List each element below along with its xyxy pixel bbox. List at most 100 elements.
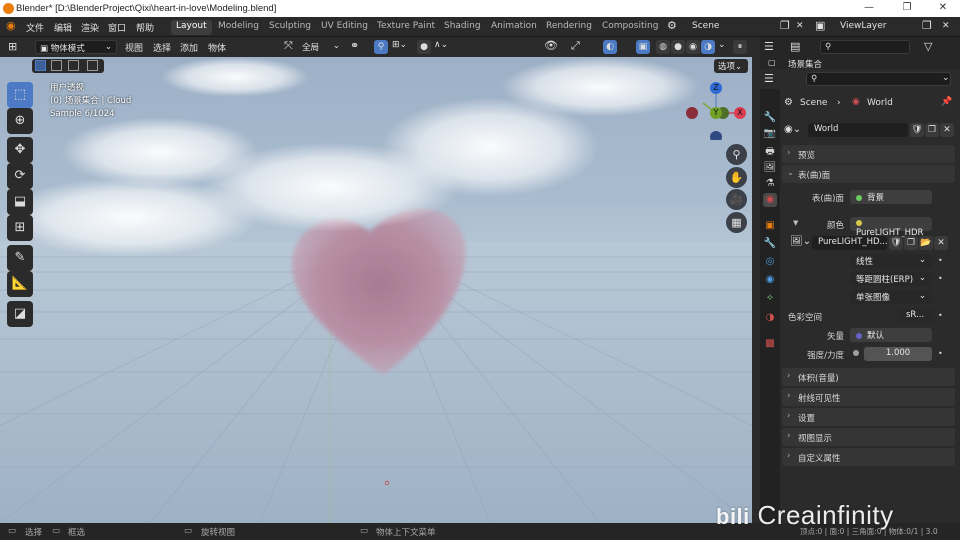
camera-view-icon[interactable]: 🎥 [726,189,747,210]
select-subtract-icon[interactable] [68,60,79,71]
pin-icon[interactable]: 📌 [941,97,952,107]
gizmo-z-axis[interactable]: Z [710,82,722,94]
keyframe-dot-icon[interactable]: • [938,349,943,358]
breadcrumb-world[interactable]: World [867,98,893,108]
shading-material-icon[interactable]: ◉ [686,40,700,54]
remove-scene-icon[interactable]: ✕ [796,21,804,31]
render-tab-icon[interactable]: 📷 [763,127,777,141]
filter-icon[interactable]: ▽ [924,40,932,53]
xray-icon[interactable]: ▣ [636,40,650,54]
strength-value-field[interactable]: 1.000 [864,347,932,361]
output-tab-icon[interactable]: 🖶 [763,145,777,159]
mode-dropdown[interactable]: ▣ 物体模式 ⌄ [35,40,117,54]
tab-modeling[interactable]: Modeling [213,20,264,35]
constraints-tab-icon[interactable]: ⟡ [763,291,777,305]
new-viewlayer-icon[interactable]: ❐ [922,19,932,32]
tool-scale-icon[interactable]: ⬓ [7,189,33,215]
panel-preview[interactable]: › 预览 [782,145,955,163]
duplicate-icon[interactable]: ❐ [925,123,939,137]
fake-user-icon[interactable]: 🛡 [910,123,924,137]
viewlayer-icon[interactable]: ▣ [815,19,825,32]
shading-options-icon[interactable]: ⌄ [718,40,726,50]
menu-add[interactable]: 添加 [180,41,198,54]
panel-settings[interactable]: › 设置 [782,408,955,426]
close-button[interactable]: ✕ [936,2,950,15]
tab-animation[interactable]: Animation [486,20,542,35]
minimize-button[interactable]: — [862,2,876,15]
blender-menu-icon[interactable]: ◉ [6,19,16,32]
colorspace-dropdown[interactable]: sR... [900,309,932,323]
source-dropdown[interactable]: 单张图像 ⌄ [850,290,932,304]
gizmo-y-axis[interactable]: Y [710,107,722,119]
scene-icon[interactable]: ⚙ [667,19,677,32]
tool-tab-icon[interactable]: 🔧 [763,111,777,125]
shading-wireframe-icon[interactable]: ◍ [656,40,670,54]
unlink-icon[interactable]: ✕ [934,236,948,250]
keyframe-dot-icon[interactable]: • [938,274,943,283]
keyframe-dot-icon[interactable]: • [938,311,943,320]
view-layer-tab-icon[interactable]: 🖼 [763,161,777,175]
panel-volume[interactable]: › 体积(音量) [782,368,955,386]
select-new-icon[interactable] [35,60,46,71]
menu-object[interactable]: 物体 [208,41,226,54]
gizmo-x-axis[interactable]: X [734,107,746,119]
surface-shader-field[interactable]: 背景 [850,190,932,204]
panel-viewport-display[interactable]: › 视图显示 [782,428,955,446]
world-browse-icon[interactable]: ◉⌄ [784,124,801,135]
object-tab-icon[interactable]: ▣ [763,219,777,233]
pause-render-icon[interactable]: ⏸ [733,40,747,54]
maximize-button[interactable]: ❐ [900,2,914,15]
orientation-icon[interactable]: ⤧ [284,39,293,53]
zoom-icon[interactable]: ⚲ [726,144,747,165]
panel-surface[interactable]: ⌄ 表(曲)面 [782,165,955,183]
menu-help[interactable]: 帮助 [136,21,154,34]
remove-viewlayer-icon[interactable]: ✕ [942,21,950,31]
shading-rendered-icon[interactable]: ◑ [701,40,715,54]
falloff-icon[interactable]: ∧⌄ [434,40,448,50]
ortho-grid-icon[interactable]: ▦ [726,212,747,233]
keyframe-dot-icon[interactable]: • [938,256,943,265]
tab-compositing[interactable]: Compositing [597,20,663,35]
texture-tab-icon[interactable]: ▩ [763,337,777,351]
tab-texture-paint[interactable]: Texture Paint [372,20,440,35]
properties-editor-icon[interactable]: ☰ [764,72,774,85]
pan-hand-icon[interactable]: ✋ [726,167,747,188]
options-dropdown[interactable]: 选项⌄ [714,59,748,73]
tab-layout[interactable]: Layout [171,20,212,35]
tool-rotate-icon[interactable]: ⟳ [7,163,33,189]
breadcrumb-scene[interactable]: Scene [800,98,827,108]
world-tab-icon[interactable]: ◉ [763,193,777,207]
physics-tab-icon[interactable]: ◉ [763,273,777,287]
tab-rendering[interactable]: Rendering [541,20,597,35]
open-folder-icon[interactable]: 📂 [919,236,933,250]
menu-window[interactable]: 窗口 [108,21,126,34]
editor-type-icon[interactable]: ⊞ [8,40,17,53]
chevron-down-icon[interactable]: ⌄ [942,73,950,83]
3d-viewport[interactable]: 选项⌄ ⬚ ⊕ ✥ ⟳ ⬓ ⊞ ✎ 📐 ◪ 用户透视 (0) 场景集合 | Cl… [0,57,752,523]
tool-transform-icon[interactable]: ⊞ [7,215,33,241]
scene-tab-icon[interactable]: ⚗ [763,177,777,191]
overlays-icon[interactable]: ◐ [603,40,617,54]
shading-solid-icon[interactable]: ● [671,40,685,54]
panel-ray-visibility[interactable]: › 射线可见性 [782,388,955,406]
image-browse-icon[interactable]: 🖼⌄ [790,236,811,247]
tab-sculpting[interactable]: Sculpting [264,20,316,35]
snap-icon[interactable]: ⚲ [374,40,388,54]
scene-name[interactable]: Scene [692,21,719,31]
outliner-editor-icon[interactable]: ☰ [764,40,774,53]
color-input-field[interactable]: PureLIGHT_HDR [850,217,932,238]
select-intersect-icon[interactable] [87,60,98,71]
tool-cursor-icon[interactable]: ⊕ [7,108,33,134]
properties-search[interactable]: ⚲ [806,72,951,86]
tool-select-box-icon[interactable]: ⬚ [7,82,33,108]
world-name-field[interactable]: World [808,123,908,137]
area-divider[interactable] [752,37,760,523]
menu-view[interactable]: 视图 [125,41,143,54]
material-tab-icon[interactable]: ◑ [763,311,777,325]
viewlayer-name[interactable]: ViewLayer [840,21,886,31]
projection-dropdown[interactable]: 等距圆柱(ERP) ⌄ [850,272,932,286]
duplicate-icon[interactable]: ❐ [904,236,918,250]
display-mode-icon[interactable]: ▤ [790,40,800,53]
transform-orientation-dropdown[interactable]: 全局 ⌄ [298,40,344,54]
tool-move-icon[interactable]: ✥ [7,137,33,163]
